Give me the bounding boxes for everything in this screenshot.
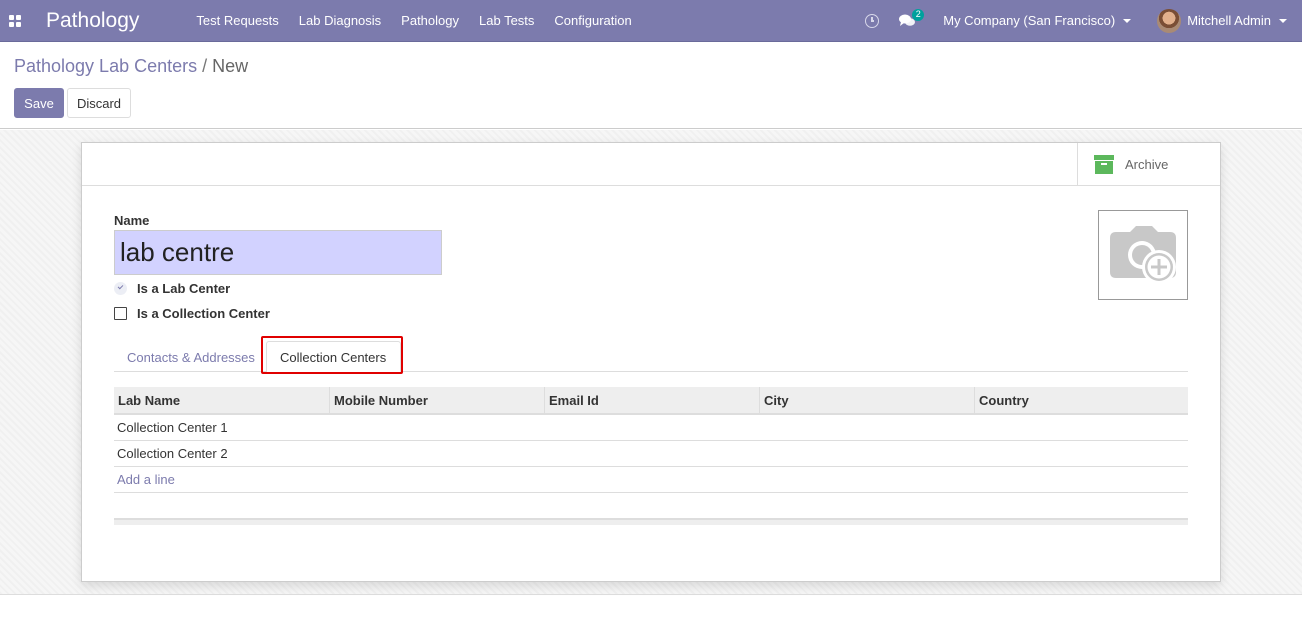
archive-icon [1094, 154, 1114, 174]
camera-add-icon [1110, 226, 1176, 284]
image-upload-field[interactable] [1098, 210, 1188, 300]
form-sheet: Archive Name Is a Lab Center Is a Collec… [81, 142, 1221, 582]
table-header: Lab Name Mobile Number Email Id City Cou… [114, 387, 1188, 415]
menu-test-requests[interactable]: Test Requests [186, 13, 288, 28]
table-row[interactable]: Collection Center 2 [114, 441, 1188, 467]
avatar [1157, 8, 1182, 33]
chevron-down-icon [1123, 18, 1132, 23]
menu-lab-diagnosis[interactable]: Lab Diagnosis [289, 13, 391, 28]
name-label: Name [114, 213, 150, 228]
discard-button[interactable]: Discard [67, 88, 131, 118]
column-lab-name[interactable]: Lab Name [114, 387, 330, 413]
is-collection-center-label: Is a Collection Center [137, 306, 270, 321]
save-button[interactable]: Save [14, 88, 64, 118]
user-name: Mitchell Admin [1187, 13, 1271, 28]
table-row-empty [114, 493, 1188, 519]
chevron-down-icon [1279, 18, 1287, 23]
notebook-tabs: Contacts & Addresses Collection Centers [114, 337, 1188, 373]
lab-name-cell: Collection Center 2 [117, 446, 228, 461]
is-lab-center-checkbox[interactable] [114, 282, 127, 295]
is-lab-center-row: Is a Lab Center [114, 281, 230, 296]
add-line-link[interactable]: Add a line [114, 467, 1188, 493]
column-mobile-number[interactable]: Mobile Number [330, 387, 545, 413]
breadcrumb-current: New [212, 56, 249, 76]
is-lab-center-label: Is a Lab Center [137, 281, 231, 296]
chat-badge: 2 [912, 8, 925, 21]
column-country[interactable]: Country [975, 387, 1188, 413]
archive-label: Archive [1125, 156, 1169, 172]
menu-pathology[interactable]: Pathology [391, 13, 469, 28]
top-navbar: Pathology Test Requests Lab Diagnosis Pa… [0, 0, 1302, 42]
company-name: My Company (San Francisco) [943, 13, 1116, 28]
table-row[interactable]: Collection Center 1 [114, 415, 1188, 441]
collection-centers-table: Lab Name Mobile Number Email Id City Cou… [114, 387, 1188, 525]
menu-lab-tests[interactable]: Lab Tests [469, 13, 544, 28]
breadcrumb-separator: / [202, 56, 208, 76]
form-view-background: Archive Name Is a Lab Center Is a Collec… [0, 130, 1302, 595]
menu-configuration[interactable]: Configuration [544, 13, 641, 28]
is-collection-center-checkbox[interactable] [114, 307, 127, 320]
tab-collection-centers[interactable]: Collection Centers [266, 341, 401, 373]
button-box: Archive [82, 143, 1220, 186]
table-footer [114, 519, 1188, 525]
app-brand[interactable]: Pathology [46, 9, 139, 33]
is-collection-center-row: Is a Collection Center [114, 306, 270, 321]
apps-menu-icon[interactable] [0, 0, 30, 42]
breadcrumb: Pathology Lab Centers / New [14, 56, 248, 77]
tab-contacts-addresses[interactable]: Contacts & Addresses [127, 341, 255, 373]
breadcrumb-parent[interactable]: Pathology Lab Centers [14, 56, 197, 76]
lab-name-cell: Collection Center 1 [117, 420, 228, 435]
column-city[interactable]: City [760, 387, 975, 413]
name-input[interactable] [114, 230, 442, 275]
messaging-menu[interactable]: 2 [899, 8, 925, 28]
user-menu[interactable]: Mitchell Admin [1157, 8, 1287, 33]
clock-icon[interactable] [865, 13, 880, 28]
company-switcher[interactable]: My Company (San Francisco) [943, 13, 1132, 28]
column-email-id[interactable]: Email Id [545, 387, 760, 413]
control-panel: Pathology Lab Centers / New Save Discard [0, 43, 1302, 129]
navbar-right: 2 My Company (San Francisco) Mitchell Ad… [865, 0, 1302, 42]
archive-button[interactable]: Archive [1077, 143, 1220, 185]
